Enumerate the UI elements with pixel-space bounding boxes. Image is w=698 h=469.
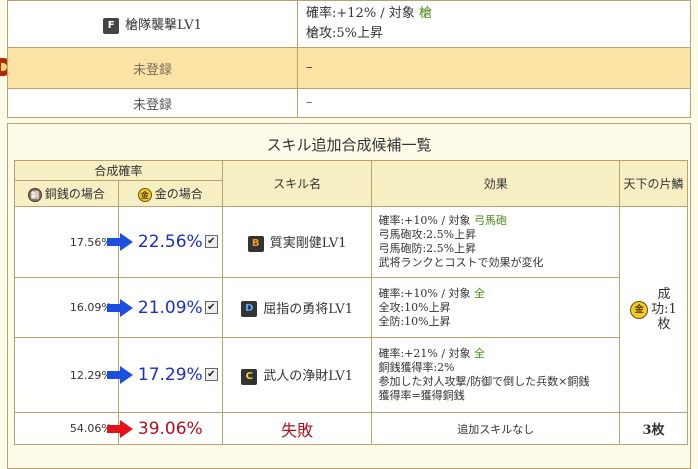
copper-coin-icon: 銅 bbox=[27, 187, 42, 202]
skill-synthesis-page: F 槍隊襲撃LV1 確率:+12% / 対象 槍 槍攻:5%上昇 未登録 – 未登… bbox=[0, 0, 698, 469]
gold-rate-cell: 22.56% ✔ bbox=[106, 206, 223, 278]
current-skill-effect: 確率:+12% / 対象 槍 槍攻:5%上昇 bbox=[297, 0, 691, 48]
gold-rate-cell: 17.29% ✔ bbox=[106, 337, 223, 413]
arrow-right-icon bbox=[106, 419, 133, 438]
tenka-text: 成 bbox=[657, 287, 671, 302]
tenka-text: 功:1 bbox=[651, 302, 677, 317]
gold-rate: 21.09% bbox=[137, 297, 203, 318]
grade-d-icon: D bbox=[241, 301, 258, 318]
candidate-checkbox[interactable]: ✔ bbox=[204, 300, 218, 314]
candidates-table: 合成確率 スキル名 効果 天下の片鱗 銅銅銭の場合 金金の場合 17.56% 2… bbox=[14, 160, 688, 445]
header-row: 合成確率 スキル名 効果 天下の片鱗 bbox=[14, 160, 688, 207]
current-skill-row: F 槍隊襲撃LV1 確率:+12% / 対象 槍 槍攻:5%上昇 bbox=[7, 0, 691, 48]
effect-text: 全防:10%上昇 bbox=[378, 314, 451, 328]
effect-text: 獲得率=獲得銅銭 bbox=[378, 389, 465, 402]
effect-text: 武将ランクとコストで効果が変化 bbox=[378, 256, 544, 269]
effect-header: 効果 bbox=[371, 160, 621, 207]
slot-effect: – bbox=[297, 88, 691, 118]
slot-name: 未登録 bbox=[7, 88, 298, 118]
effect-target: 全 bbox=[474, 347, 486, 360]
tenka-success-cell: 金 成 功:1 枚 bbox=[619, 206, 688, 413]
copper-rate: 12.29% bbox=[14, 337, 119, 413]
arrow-right-icon bbox=[106, 366, 133, 384]
effect-text: 参加した対人攻撃/防御で倒した兵数×銅銭 bbox=[378, 375, 590, 388]
synthesis-candidates-section: スキル追加合成候補一覧 合成確率 スキル名 効果 天下の片鱗 銅銅銭の場合 金金… bbox=[7, 123, 691, 469]
skill-name-cell: D 屈指の勇将LV1 bbox=[221, 277, 373, 338]
gold-rate: 17.29% bbox=[137, 365, 203, 385]
arrow-right-icon bbox=[106, 298, 133, 317]
effect-text: 確率:+10% / 対象 bbox=[378, 214, 475, 227]
effect-text: 確率:+10% / 対象 bbox=[378, 286, 475, 300]
fail-gold-rate-cell: 39.06% bbox=[106, 412, 223, 445]
current-skills-table: F 槍隊襲撃LV1 確率:+12% / 対象 槍 槍攻:5%上昇 未登録 – 未登… bbox=[7, 0, 691, 118]
candidate-checkbox[interactable]: ✔ bbox=[204, 368, 218, 381]
gold-rate: 22.56% bbox=[137, 232, 203, 252]
unregistered-slot-row[interactable]: 未登録 – bbox=[7, 88, 691, 118]
skill-effect: 確率:+21% / 対象 全 銅銭獲得率:2% 参加した対人攻撃/防御で倒した兵… bbox=[371, 337, 621, 413]
copper-header: 銅銅銭の場合 bbox=[14, 180, 119, 207]
effect-text: 確率:+12% / 対象 bbox=[306, 6, 415, 21]
slot-name: 未登録 bbox=[7, 47, 298, 89]
unregistered-slot-row[interactable]: 未登録 – bbox=[7, 47, 691, 89]
current-skill-name-cell: F 槍隊襲撃LV1 bbox=[7, 0, 298, 48]
gold-label: 金の場合 bbox=[154, 187, 203, 201]
skill-header: スキル名 bbox=[221, 160, 373, 207]
rate-header: 合成確率 bbox=[14, 160, 223, 181]
arrow-right-icon bbox=[106, 233, 133, 251]
grade-b-icon: B bbox=[247, 235, 264, 252]
gold-rate-cell: 21.09% ✔ bbox=[106, 277, 223, 338]
fail-gold-rate: 39.06% bbox=[137, 418, 203, 439]
effect-text: 銅銭獲得率:2% bbox=[378, 361, 455, 374]
fail-label: 失敗 bbox=[221, 412, 373, 445]
effect-target: 全 bbox=[474, 286, 486, 300]
skill-effect: 確率:+10% / 対象 弓馬砲 弓馬砲攻:2.5%上昇 弓馬砲防:2.5%上昇… bbox=[371, 206, 621, 278]
effect-text: 全攻:10%上昇 bbox=[378, 300, 451, 314]
grade-f-icon: F bbox=[103, 17, 120, 34]
effect-text: 弓馬砲攻:2.5%上昇 bbox=[378, 228, 477, 241]
skill-name-cell: C 武人の浄財LV1 bbox=[221, 337, 373, 413]
effect-target: 弓馬砲 bbox=[474, 214, 508, 227]
copper-rate: 17.56% bbox=[14, 206, 119, 278]
tenka-header: 天下の片鱗 bbox=[619, 160, 688, 207]
copper-rate: 16.09% bbox=[14, 277, 119, 338]
gold-coin-icon: 金 bbox=[630, 300, 649, 319]
skill-effect: 確率:+10% / 対象 全 全攻:10%上昇 全防:10%上昇 bbox=[371, 277, 621, 338]
skill-name-cell: B 質実剛健LV1 bbox=[221, 206, 373, 278]
effect-text: 槍攻:5%上昇 bbox=[306, 26, 384, 41]
candidate-checkbox[interactable]: ✔ bbox=[204, 235, 218, 248]
effect-text: 確率:+21% / 対象 bbox=[378, 347, 475, 360]
gold-header: 金金の場合 bbox=[117, 180, 223, 207]
fail-count: 3枚 bbox=[619, 412, 688, 445]
copper-label: 銅銭の場合 bbox=[44, 187, 105, 201]
fail-row: 54.06% 39.06% 失敗 追加スキルなし 3枚 bbox=[14, 412, 688, 445]
gold-coin-icon: 金 bbox=[137, 187, 152, 202]
fail-copper-rate: 54.06% bbox=[14, 412, 119, 445]
skill-name: 質実剛健LV1 bbox=[269, 236, 347, 252]
candidate-row: 12.29% 17.29% ✔ C 武人の浄財LV1 確率:+21% / 対象 全… bbox=[14, 337, 688, 413]
tenka-success-label: 成 功:1 枚 bbox=[651, 287, 677, 332]
effect-target: 槍 bbox=[418, 6, 432, 21]
current-skill-name: 槍隊襲撃LV1 bbox=[125, 18, 202, 34]
tenka-text: 枚 bbox=[657, 317, 671, 332]
candidate-row: 16.09% 21.09% ✔ D 屈指の勇将LV1 確率:+10% / 対象 全… bbox=[14, 277, 688, 338]
section-title: スキル追加合成候補一覧 bbox=[266, 136, 432, 154]
slot-effect: – bbox=[297, 47, 691, 89]
fail-effect: 追加スキルなし bbox=[371, 412, 621, 445]
skill-name: 屈指の勇将LV1 bbox=[263, 301, 353, 317]
effect-text: 弓馬砲防:2.5%上昇 bbox=[378, 242, 477, 255]
candidate-row: 17.56% 22.56% ✔ B 質実剛健LV1 確率:+10% / 対象 弓馬… bbox=[14, 206, 688, 413]
skill-name: 武人の浄財LV1 bbox=[263, 369, 353, 385]
grade-c-icon: C bbox=[241, 368, 258, 385]
